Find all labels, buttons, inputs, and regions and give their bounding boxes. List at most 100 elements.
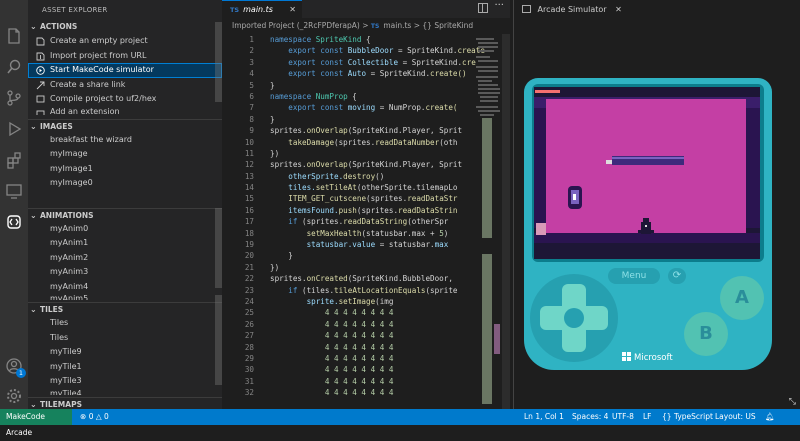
action-share-link[interactable]: Create a share link <box>28 78 222 93</box>
run-debug-icon[interactable] <box>4 119 24 139</box>
settings-gear-icon[interactable] <box>4 386 24 406</box>
minimap[interactable] <box>476 34 500 409</box>
close-icon[interactable]: ✕ <box>289 1 296 18</box>
code-line[interactable]: 11}) <box>222 148 510 159</box>
cursor-position[interactable]: Ln 1, Col 1 <box>524 409 564 425</box>
dpad[interactable] <box>530 274 618 362</box>
code-line[interactable]: 31 4 4 4 4 4 4 4 4 <box>222 376 510 387</box>
close-icon[interactable]: ✕ <box>615 5 622 14</box>
images-header[interactable]: ⌄ IMAGES <box>28 118 222 133</box>
search-icon[interactable] <box>4 57 24 77</box>
code-line[interactable]: 8} <box>222 114 510 125</box>
tiles-scrollbar[interactable] <box>215 295 222 385</box>
code-token: { <box>347 91 357 101</box>
editor-scrollbar[interactable] <box>502 34 510 409</box>
remote-explorer-icon[interactable] <box>4 181 24 201</box>
code-line[interactable]: 15 ITEM_GET_cutscene(sprites.readDataStr <box>222 193 510 204</box>
action-import-url[interactable]: Import project from URL <box>28 49 222 64</box>
code-line[interactable]: 27 4 4 4 4 4 4 4 4 <box>222 330 510 341</box>
code-line[interactable]: 28 4 4 4 4 4 4 4 4 <box>222 342 510 353</box>
eol[interactable]: LF <box>643 409 652 425</box>
split-editor-icon[interactable] <box>478 3 488 13</box>
action-create-empty[interactable]: Create an empty project <box>28 34 222 49</box>
code-line[interactable]: 1 namespace SpriteKind { <box>222 34 510 45</box>
remote-indicator[interactable]: MakeCode Arcade <box>0 409 72 437</box>
code-line[interactable]: 13 otherSprite.destroy() <box>222 171 510 182</box>
asset-item[interactable]: myAnim2 <box>28 251 222 266</box>
encoding[interactable]: UTF-8 <box>612 409 634 425</box>
code-line[interactable]: 21}) <box>222 262 510 273</box>
asset-item[interactable]: myImage <box>28 147 222 162</box>
action-add-extension[interactable]: Add an extension <box>28 107 222 115</box>
code-line[interactable]: 7 export const moving = NumProp.create( <box>222 102 510 113</box>
source-control-icon[interactable] <box>4 88 24 108</box>
code-line[interactable]: 12 sprites.onOverlap(SpriteKind.Player, S… <box>222 159 510 170</box>
code-line[interactable]: 29 4 4 4 4 4 4 4 4 <box>222 353 510 364</box>
asset-item[interactable]: Tiles <box>28 316 222 331</box>
restart-button[interactable]: ⟳ <box>668 268 686 284</box>
code-line[interactable]: 10 takeDamage(sprites.readDataNumber(oth <box>222 137 510 148</box>
code-line[interactable]: 24 sprite.setImage(img <box>222 296 510 307</box>
keyboard-layout[interactable]: Layout: US <box>715 409 756 425</box>
asset-item[interactable]: myImage1 <box>28 162 222 177</box>
breadcrumb-project[interactable]: Imported Project (_2RcFPDferapA) <box>232 21 360 30</box>
code-line[interactable]: 4 export const Auto = SpriteKind.create(… <box>222 68 510 79</box>
animations-scrollbar[interactable] <box>215 208 222 288</box>
asset-item[interactable]: myAnim3 <box>28 265 222 280</box>
account-icon[interactable]: 1 <box>4 356 26 378</box>
expand-icon[interactable]: ⤡ <box>789 397 796 407</box>
asset-item[interactable]: myImage0 <box>28 176 222 191</box>
asset-item[interactable]: myAnim5 <box>28 294 222 300</box>
tiles-header[interactable]: ⌄ TILES <box>28 302 222 316</box>
code-line[interactable]: 22 sprites.onCreated(SpriteKind.BubbleDoo… <box>222 273 510 284</box>
problems-indicator[interactable]: ⊗ 0 △ 0 <box>80 409 109 425</box>
code-line[interactable]: 3 export const Collectible = SpriteKind.… <box>222 57 510 68</box>
code-line[interactable]: 17 if (sprites.readDataString(otherSpr <box>222 216 510 227</box>
makecode-icon[interactable] <box>4 212 24 232</box>
code-line[interactable]: 25 4 4 4 4 4 4 4 4 <box>222 307 510 318</box>
asset-item[interactable]: breakfast the wizard <box>28 133 222 148</box>
game-screen[interactable] <box>534 87 760 259</box>
code-line[interactable]: 9 sprites.onOverlap(SpriteKind.Player, Sp… <box>222 125 510 136</box>
asset-item[interactable]: myAnim4 <box>28 280 222 295</box>
asset-item[interactable]: myTile9 <box>28 345 222 360</box>
actions-scrollbar[interactable] <box>215 22 222 102</box>
breadcrumb-file[interactable]: main.ts <box>383 21 411 30</box>
asset-item[interactable]: myTile3 <box>28 374 222 389</box>
code-line[interactable]: 14 tiles.setTileAt(otherSprite.tilemapLo <box>222 182 510 193</box>
menu-button[interactable]: Menu <box>608 268 660 284</box>
action-start-simulator[interactable]: Start MakeCode simulator <box>28 63 222 78</box>
code-line[interactable]: 20 } <box>222 250 510 261</box>
asset-item[interactable]: myAnim1 <box>28 236 222 251</box>
actions-header[interactable]: ⌄ ACTIONS <box>28 20 222 34</box>
breadcrumb-symbol[interactable]: {} SpriteKind <box>422 21 473 30</box>
more-actions-icon[interactable]: ··· <box>494 0 504 11</box>
button-b[interactable]: B <box>684 312 728 356</box>
code-line[interactable]: 32 4 4 4 4 4 4 4 4 <box>222 387 510 398</box>
action-compile[interactable]: Compile project to uf2/hex <box>28 92 222 107</box>
code-line[interactable]: 18 setMaxHealth(statusbar.max + 5) <box>222 228 510 239</box>
notifications-icon[interactable]: 🔔︎ <box>765 409 775 425</box>
code-line[interactable]: 16 itemsFound.push(sprites.readDataStrin <box>222 205 510 216</box>
code-line[interactable]: 6 namespace NumProp { <box>222 91 510 102</box>
extensions-icon[interactable] <box>4 150 24 170</box>
code-line[interactable]: 26 4 4 4 4 4 4 4 4 <box>222 319 510 330</box>
animations-header[interactable]: ⌄ ANIMATIONS <box>28 207 222 222</box>
code-line[interactable]: 23 if (tiles.tileAtLocationEquals(sprite <box>222 285 510 296</box>
indentation[interactable]: Spaces: 4 <box>572 409 608 425</box>
tilemaps-header[interactable]: ⌄ TILEMAPS <box>28 396 222 410</box>
button-a[interactable]: A <box>720 276 764 320</box>
asset-item[interactable]: myTile4 <box>28 389 222 395</box>
code-line[interactable]: 19 statusbar.value = statusbar.max <box>222 239 510 250</box>
code-line[interactable]: 5} <box>222 80 510 91</box>
code-area[interactable]: 1 namespace SpriteKind {2 export const Bu… <box>222 34 510 409</box>
code-line[interactable]: 30 4 4 4 4 4 4 4 4 <box>222 364 510 375</box>
tab-main-ts[interactable]: TS main.ts ✕ <box>222 0 302 18</box>
files-icon[interactable] <box>4 26 24 46</box>
code-token: otherSprite. <box>270 171 344 181</box>
asset-item[interactable]: myTile1 <box>28 360 222 375</box>
asset-item[interactable]: myAnim0 <box>28 222 222 237</box>
language-mode[interactable]: {} TypeScript <box>662 409 713 425</box>
asset-item[interactable]: Tiles <box>28 331 222 346</box>
code-line[interactable]: 2 export const BubbleDoor = SpriteKind.c… <box>222 45 510 56</box>
